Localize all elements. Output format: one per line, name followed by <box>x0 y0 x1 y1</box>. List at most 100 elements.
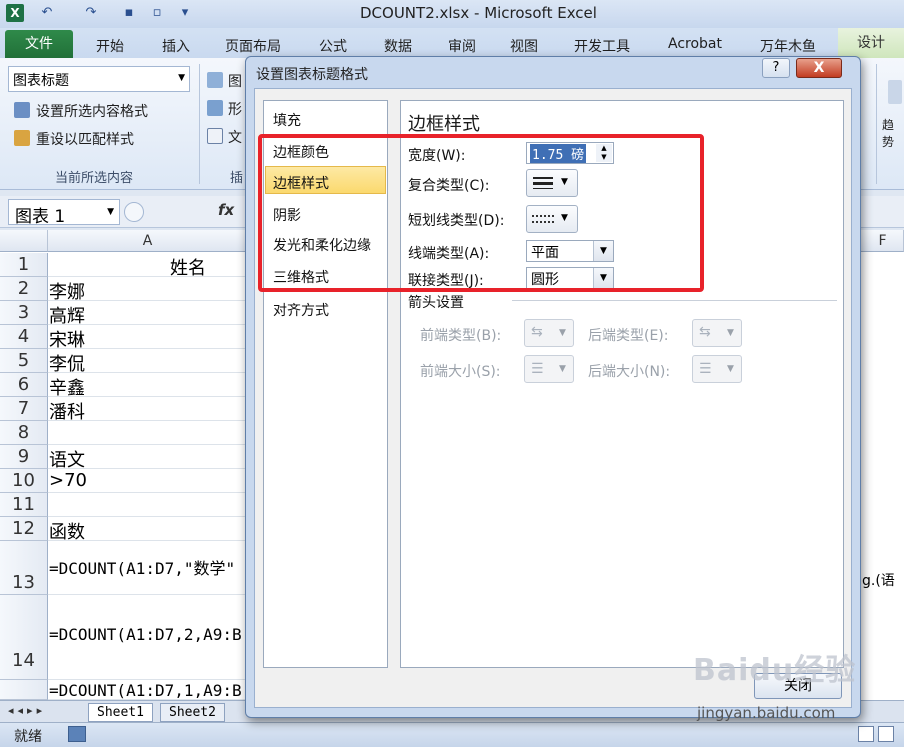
sheet-nav-arrows-icon[interactable]: ◂◂▸▸ <box>8 704 46 717</box>
macro-record-icon[interactable] <box>68 726 86 742</box>
window-title: DCOUNT2.xlsx - Microsoft Excel <box>360 4 597 22</box>
name-box[interactable]: 图表 1 ▼ <box>8 199 120 227</box>
sheet-tab-2[interactable]: Sheet2 <box>160 703 225 722</box>
end-size-dropdown[interactable]: ☰ ▼ <box>692 355 742 383</box>
gridline <box>48 276 248 277</box>
ribbon-divider <box>199 64 200 184</box>
status-ready: 就绪 <box>14 729 42 745</box>
normal-view-icon[interactable] <box>858 726 874 742</box>
tab-insert[interactable]: 插入 <box>162 36 190 56</box>
dialog-title: 设置图表标题格式 <box>256 67 368 83</box>
gridline <box>48 444 248 445</box>
arrow-size-icon: ☰ <box>531 361 544 377</box>
insert-shapes-button[interactable]: 形 <box>228 99 242 119</box>
cell-a[interactable]: =DCOUNT(A1:D7,1,A9:B <box>49 681 242 700</box>
undo-icon[interactable]: ↶ <box>38 4 56 22</box>
excel-logo-icon: X <box>6 4 24 22</box>
gridline <box>48 372 248 373</box>
row-header[interactable]: 9 <box>0 445 48 469</box>
row-header[interactable]: 5 <box>0 349 48 373</box>
arrow-type-icon: ⇆ <box>531 324 543 340</box>
arrow-size-icon: ☰ <box>699 361 712 377</box>
row-header[interactable]: 13 <box>0 541 48 595</box>
tab-wannian[interactable]: 万年木鱼 <box>760 36 816 56</box>
arrow-type-icon: ⇆ <box>699 324 711 340</box>
panel-title: 边框样式 <box>408 114 480 135</box>
row-header[interactable]: 6 <box>0 373 48 397</box>
chevron-down-icon: ▼ <box>107 207 114 217</box>
fx-icon[interactable]: fx <box>218 201 234 219</box>
shapes-icon <box>207 100 223 116</box>
row-header[interactable]: 2 <box>0 277 48 301</box>
save-icon[interactable]: ▪ <box>120 4 138 22</box>
gridline <box>48 300 248 301</box>
gridline <box>48 492 248 493</box>
ribbon-divider <box>876 64 877 184</box>
new-icon[interactable]: ▫ <box>148 4 166 22</box>
tab-formulas[interactable]: 公式 <box>319 36 347 56</box>
page-layout-view-icon[interactable] <box>878 726 894 742</box>
insert-picture-button[interactable]: 图 <box>228 71 242 91</box>
tab-design[interactable]: 设计 <box>838 28 904 58</box>
begin-size-label: 前端大小(S): <box>420 364 501 380</box>
column-header-a[interactable]: A <box>48 230 248 252</box>
cell-right-partial: g.(语 <box>862 573 895 589</box>
insert-textbox-button[interactable]: 文 <box>228 127 242 147</box>
section-separator <box>512 300 837 301</box>
combo-value: 图表标题 <box>13 73 69 89</box>
redo-icon[interactable]: ↷ <box>82 4 100 22</box>
gridline <box>48 468 248 469</box>
sheet-tab-1[interactable]: Sheet1 <box>88 703 153 722</box>
tab-review[interactable]: 审阅 <box>448 36 476 56</box>
reset-match-style-button[interactable]: 重设以匹配样式 <box>36 129 134 149</box>
tab-page-layout[interactable]: 页面布局 <box>225 36 281 56</box>
row-header[interactable]: 12 <box>0 517 48 541</box>
chevron-down-icon: ▼ <box>559 364 566 374</box>
highlight-annotation <box>258 134 704 292</box>
format-selection-button[interactable]: 设置所选内容格式 <box>36 101 148 121</box>
open-icon[interactable]: ▾ <box>176 4 194 22</box>
name-box-value: 图表 1 <box>15 207 66 227</box>
row-header[interactable]: 14 <box>0 595 48 680</box>
gridline <box>48 594 248 595</box>
select-all-corner[interactable] <box>0 230 48 252</box>
tab-file[interactable]: 文件 <box>5 30 73 58</box>
tab-data[interactable]: 数据 <box>384 36 412 56</box>
namebox-resize-handle[interactable] <box>124 202 144 222</box>
close-icon[interactable]: X <box>796 58 842 78</box>
column-header-f[interactable]: F <box>862 230 904 252</box>
end-type-label: 后端类型(E): <box>588 328 669 344</box>
begin-type-dropdown[interactable]: ⇆ ▼ <box>524 319 574 347</box>
cell-a[interactable]: =DCOUNT(A1:D7,"数学" <box>49 555 235 579</box>
row-header[interactable]: 3 <box>0 301 48 325</box>
picture-icon <box>207 72 223 88</box>
tab-acrobat[interactable]: Acrobat <box>668 36 722 52</box>
watermark-url: jingyan.baidu.com <box>697 704 836 722</box>
textbox-icon <box>207 128 223 144</box>
trendline-button[interactable]: 趋势 <box>882 116 904 150</box>
row-header[interactable]: 1 <box>0 253 48 277</box>
chevron-down-icon: ▼ <box>559 328 566 338</box>
cell-a[interactable]: >70 <box>49 470 87 491</box>
end-size-label: 后端大小(N): <box>588 364 671 380</box>
row-header[interactable]: 4 <box>0 325 48 349</box>
row-header[interactable]: 8 <box>0 421 48 445</box>
begin-size-dropdown[interactable]: ☰ ▼ <box>524 355 574 383</box>
row-header[interactable]: 11 <box>0 493 48 517</box>
help-button[interactable]: ? <box>762 58 790 78</box>
gridline <box>48 679 248 680</box>
nav-item-alignment[interactable]: 对齐方式 <box>273 300 329 320</box>
chart-element-combo[interactable]: 图表标题 ▼ <box>8 66 190 92</box>
chevron-down-icon: ▼ <box>178 73 185 83</box>
tab-developer[interactable]: 开发工具 <box>574 36 630 56</box>
row-header[interactable]: 10 <box>0 469 48 493</box>
cell-a[interactable]: =DCOUNT(A1:D7,2,A9:B <box>49 625 242 644</box>
tab-home[interactable]: 开始 <box>96 36 124 56</box>
tab-view[interactable]: 视图 <box>510 36 538 56</box>
row-header[interactable] <box>0 680 48 700</box>
row-header[interactable]: 7 <box>0 397 48 421</box>
nav-item-fill[interactable]: 填充 <box>273 110 301 130</box>
baidu-watermark-logo: Baidu经验 <box>693 653 857 688</box>
end-type-dropdown[interactable]: ⇆ ▼ <box>692 319 742 347</box>
gridline <box>48 348 248 349</box>
